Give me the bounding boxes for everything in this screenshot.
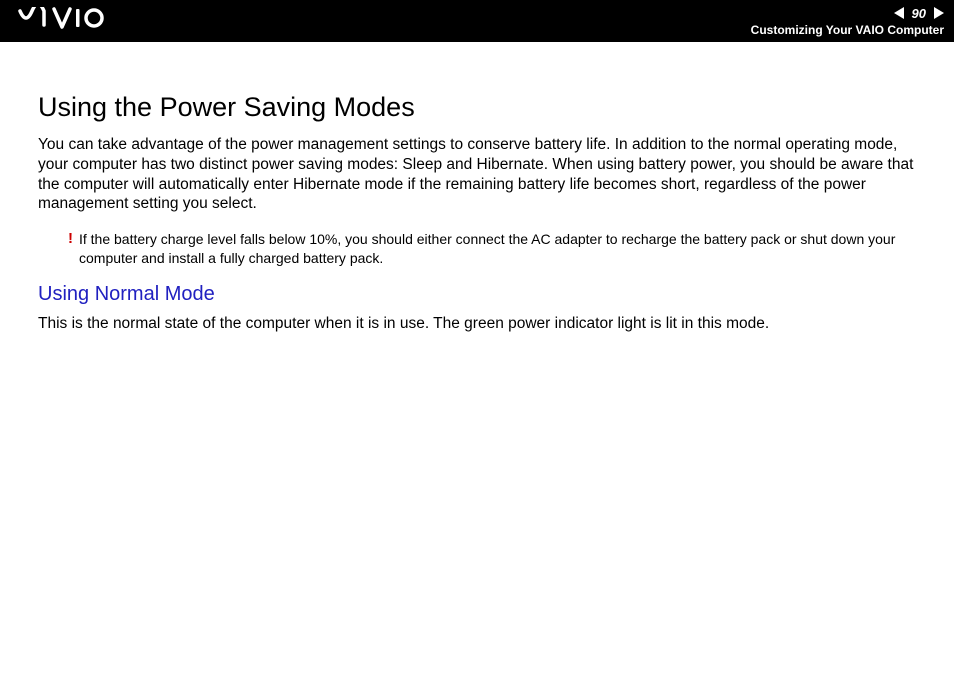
main-heading: Using the Power Saving Modes xyxy=(38,92,926,123)
warning-block: ! If the battery charge level falls belo… xyxy=(68,230,926,266)
sub-heading: Using Normal Mode xyxy=(38,283,926,306)
page-navigation: 90 xyxy=(894,6,944,21)
intro-paragraph: You can take advantage of the power mana… xyxy=(38,135,926,214)
vaio-logo-svg xyxy=(18,7,108,29)
page-number: 90 xyxy=(908,6,930,21)
warning-icon: ! xyxy=(68,231,73,246)
breadcrumb: Customizing Your VAIO Computer xyxy=(751,23,944,37)
prev-page-arrow-icon[interactable] xyxy=(894,7,904,19)
vaio-logo xyxy=(18,7,108,35)
page-header: 90 Customizing Your VAIO Computer xyxy=(0,0,954,42)
header-right: 90 Customizing Your VAIO Computer xyxy=(751,6,944,37)
warning-text: If the battery charge level falls below … xyxy=(79,230,926,266)
page-content: Using the Power Saving Modes You can tak… xyxy=(0,42,954,334)
sub-body-paragraph: This is the normal state of the computer… xyxy=(38,314,926,334)
next-page-arrow-icon[interactable] xyxy=(934,7,944,19)
